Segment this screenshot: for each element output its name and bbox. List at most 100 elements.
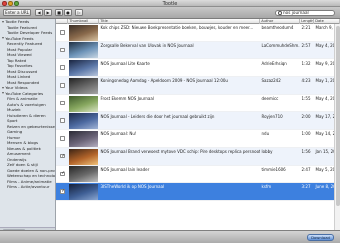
record-button[interactable]: ● (64, 9, 72, 16)
video-length: 4:23 (301, 78, 311, 84)
thumbnail-cell (68, 95, 99, 113)
row-checkbox[interactable] (60, 154, 65, 159)
sidebar-item-label: YouTube Categories (5, 90, 44, 96)
video-length: 2:57 (301, 42, 311, 48)
video-thumbnail[interactable] (69, 42, 98, 59)
forward-button[interactable]: ▶ (44, 9, 52, 16)
check-cell (56, 24, 68, 42)
sidebar-item-label: Nieuws & politiek (7, 145, 41, 151)
sidebar-item-label: YouTube Feeds (5, 35, 34, 41)
video-title: NOS Journaal Lite Kaarte (100, 60, 150, 66)
sidebar-item-label: Onderwijs (7, 156, 27, 162)
check-cell (56, 42, 68, 60)
table-row[interactable]: NOS Journaal Iain leader timmie1606 2:47 Ma… (56, 166, 334, 184)
sidebar-item-label: Humor (7, 134, 21, 140)
sidebar-item-label: Auto's & voertuigen (7, 101, 46, 107)
video-thumbnail[interactable] (69, 113, 98, 130)
play-button[interactable]: ▷ (75, 9, 83, 16)
video-thumbnail[interactable] (69, 95, 98, 112)
video-thumbnail[interactable] (69, 183, 98, 200)
row-checkbox[interactable] (60, 189, 65, 194)
enter-url-button[interactable]: Enter a URL (3, 9, 31, 16)
video-title: Zorgsalle Bekerval van Ulovak in NOS Jou… (100, 42, 194, 48)
table-row[interactable]: 3ISTheWorld ik op NOS Journaal ksfm 3:27 Ju… (56, 183, 334, 201)
video-date: March 9, 2006 (315, 25, 335, 31)
search-input[interactable] (283, 10, 333, 16)
download-button[interactable]: Download (307, 234, 334, 241)
search-field[interactable] (275, 9, 335, 16)
disclosure-triangle-icon[interactable] (2, 37, 4, 40)
thumbnail-cell (68, 42, 99, 60)
video-title: NOS Journaal - Leiders die door het jour… (100, 113, 215, 119)
video-title: NOS Journaal Brand verwoest mytove VDC s… (100, 149, 261, 154)
row-checkbox[interactable] (60, 136, 65, 141)
video-length: 2:47 (301, 166, 311, 172)
video-thumbnail[interactable] (69, 24, 98, 41)
video-thumbnail[interactable] (69, 166, 98, 183)
check-cell (56, 59, 68, 77)
table-row[interactable]: Frost Ekemm NOS Journaal deemicc 1:55 May 4… (56, 95, 334, 113)
video-title: Koningsnedag Aamdag - Apeldoorn 2009 - N… (100, 78, 228, 84)
row-checkbox[interactable] (60, 47, 65, 53)
disclosure-triangle-icon[interactable] (2, 92, 4, 95)
sidebar-item-label: Sport (7, 118, 18, 124)
sidebar-item-label: Most Responded (7, 79, 40, 85)
video-length: 1:55 (301, 95, 311, 101)
video-title: NOS Journaal: Nu! (100, 131, 137, 137)
sidebar-item-label: Amusement (7, 151, 31, 157)
row-checkbox[interactable] (60, 171, 65, 176)
video-author: LaCommuhdeShm... (261, 42, 301, 48)
sidebar-item-label: Tootle Featured (7, 24, 37, 30)
scrollbar-thumb[interactable] (336, 26, 340, 206)
table-row[interactable]: NOS Journaal Lite Kaarte AdrieErhsiqn 1:32… (56, 59, 335, 78)
check-cell (56, 112, 68, 130)
table-row[interactable]: Koningsnedag Aamdag - Apeldoorn 2009 - N… (56, 77, 334, 95)
sidebar-item-label: Films - Anime/animatie (7, 178, 52, 184)
video-thumbnail[interactable] (69, 130, 98, 147)
sidebar-item-label: Reizen en gebeurtenissen (7, 123, 55, 129)
video-author: ndu (261, 131, 270, 137)
video-length: 1:56 (301, 149, 311, 154)
sidebar-item-label: Top Rated (7, 57, 27, 63)
stop-button[interactable]: ■ (55, 9, 63, 16)
row-checkbox[interactable] (60, 30, 65, 35)
sidebar-item-label: Tootle Developer Feeds (7, 30, 53, 36)
sidebar-item-label: Zelf doen & stijl (7, 162, 38, 168)
video-date: May 9, 2006 (315, 60, 335, 66)
video-date: May 1, 2005 (315, 78, 335, 84)
back-button[interactable]: ◀ (35, 9, 43, 16)
sidebar-item-label: Wetenschap en technologie (7, 173, 55, 179)
table-row[interactable]: NOS Journaal Brand verwoest mytove VDC s… (56, 147, 334, 166)
row-checkbox[interactable] (60, 83, 65, 88)
table-row[interactable]: Kok chips ZSD: Nieuwe Boekpresentatie bo… (56, 24, 334, 42)
sidebar: Tootle Feeds Tootle Featured Tootle Develo… (0, 19, 56, 230)
video-date: June 8, 2004 (315, 184, 335, 190)
video-thumbnail[interactable] (69, 60, 98, 77)
video-length: 2:21 (301, 25, 311, 31)
video-thumbnail[interactable] (69, 148, 98, 165)
check-cell (56, 166, 68, 184)
sidebar-item-label: Most Linked (7, 74, 31, 80)
thumbnail-cell (68, 77, 99, 95)
row-checkbox[interactable] (60, 65, 65, 70)
row-checkbox[interactable] (60, 118, 65, 123)
sidebar-item[interactable]: Films - Actie/avontuur (0, 184, 55, 190)
disclosure-triangle-icon[interactable] (2, 20, 4, 23)
thumbnail-cell (68, 183, 99, 201)
sidebar-item-label: Tootle Feeds (5, 19, 30, 24)
table-scrollbar[interactable] (334, 24, 340, 230)
sidebar-item-label: Gaming (7, 129, 23, 135)
video-thumbnail[interactable] (69, 77, 98, 94)
video-title: 3ISTheWorld ik op NOS Journaal (100, 184, 165, 190)
table-body: Kok chips ZSD: Nieuwe Boekpresentatie bo… (56, 24, 334, 201)
row-checkbox[interactable] (60, 100, 65, 106)
thumbnail-cell (68, 24, 99, 42)
video-author: Sazaz242 (261, 78, 281, 84)
check-cell (56, 148, 68, 166)
video-author: timmie1606 (261, 166, 286, 172)
table-row[interactable]: Zorgsalle Bekerval van Ulovak in NOS Jou… (56, 41, 334, 60)
table-row[interactable]: NOS Journaal - Leiders die door het jour… (56, 112, 334, 131)
video-author: Royjen710 (261, 113, 283, 119)
disclosure-triangle-icon[interactable] (2, 86, 4, 89)
table-row[interactable]: NOS Journaal: Nu! ndu 1:00 May 14, 2005 (56, 130, 334, 148)
